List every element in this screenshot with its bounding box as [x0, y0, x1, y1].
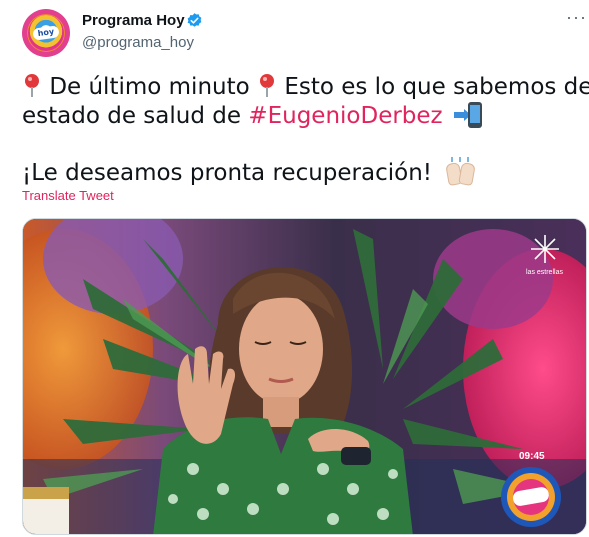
tweet-text-segment: ¡Le deseamos pronta recuperación! — [22, 160, 432, 186]
round-pushpin-icon — [25, 72, 39, 98]
tweet-text-segment: De último minuto — [49, 74, 250, 100]
video-frame — [23, 219, 586, 534]
avatar[interactable]: hoy — [22, 9, 70, 57]
tweet-text-segment: estado de salud de — [22, 103, 241, 129]
account-name[interactable]: Programa Hoy — [82, 12, 185, 29]
tweet-text-line-1: De último minuto Esto es lo que sabemos … — [22, 72, 589, 102]
more-options-icon[interactable]: ··· — [566, 8, 586, 30]
tweet-text-line-2: estado de salud de #EugenioDerbez — [22, 101, 484, 131]
channel-watermark: las estrellas — [526, 269, 563, 276]
video-timestamp: 09:45 — [519, 451, 545, 462]
raising-hands-icon — [445, 157, 477, 187]
tweet-media-image[interactable]: las estrellas 09:45 — [22, 218, 587, 535]
hashtag-link[interactable]: #EugenioDerbez — [248, 103, 442, 129]
mobile-arrow-icon — [453, 102, 484, 128]
translate-tweet-link[interactable]: Translate Tweet — [22, 188, 114, 203]
verified-badge-icon — [187, 13, 202, 27]
tweet-card: hoy Programa Hoy @programa_hoy ··· De úl… — [0, 0, 589, 537]
round-pushpin-icon — [260, 72, 274, 98]
tweet-text-segment: Esto es lo que sabemos del — [284, 74, 589, 100]
tweet-text-line-3: ¡Le deseamos pronta recuperación! — [22, 157, 477, 188]
account-handle[interactable]: @programa_hoy — [82, 34, 194, 51]
